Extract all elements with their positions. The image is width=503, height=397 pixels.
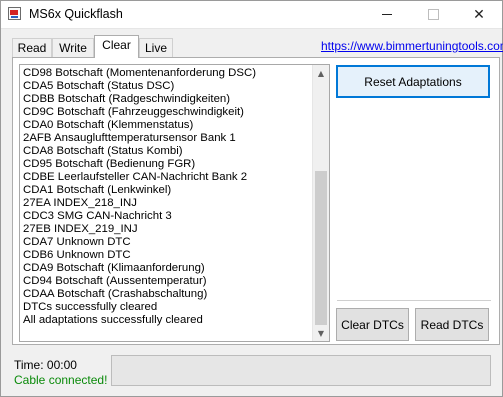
scroll-thumb[interactable]	[315, 171, 327, 325]
minimize-button[interactable]	[364, 1, 410, 28]
log-line: CDA5 Botschaft (Status DSC)	[23, 80, 175, 92]
chevron-up-icon: ▲	[317, 68, 325, 78]
maximize-icon	[427, 9, 439, 20]
log-line: CDB6 Unknown DTC	[23, 249, 131, 261]
clear-dtcs-button[interactable]: Clear DTCs	[336, 308, 409, 341]
button-label: Clear DTCs	[341, 317, 404, 332]
log-line: CDBB Botschaft (Radgeschwindigkeiten)	[23, 93, 231, 105]
tab-label: Live	[144, 41, 167, 55]
maximize-button[interactable]	[410, 1, 456, 28]
button-label: Reset Adaptations	[364, 74, 462, 89]
log-line: All adaptations successfully cleared	[23, 314, 203, 326]
log-line: CDAA Botschaft (Crashabschaltung)	[23, 288, 208, 300]
close-button[interactable]: ✕	[456, 1, 502, 28]
tab-read[interactable]: Read	[12, 38, 52, 58]
log-line: CDA1 Botschaft (Lenkwinkel)	[23, 184, 172, 196]
log-line: DTCs successfully cleared	[23, 301, 158, 313]
log-line: CD98 Botschaft (Momentenanforderung DSC)	[23, 67, 256, 79]
tab-label: Clear	[102, 38, 131, 52]
tab-live[interactable]: Live	[139, 38, 173, 58]
chevron-down-icon: ▼	[317, 328, 325, 338]
log-listbox[interactable]: CD98 Botschaft (Momentenanforderung DSC)…	[19, 64, 330, 342]
connection-status: Cable connected!	[14, 373, 108, 387]
close-icon: ✕	[473, 6, 485, 23]
log-line: CD9C Botschaft (Fahrzeuggeschwindigkeit)	[23, 106, 244, 118]
tab-label: Write	[59, 41, 87, 55]
log-line: CDBE Leerlaufsteller CAN-Nachricht Bank …	[23, 171, 248, 183]
log-line: CDC3 SMG CAN-Nachricht 3	[23, 210, 172, 222]
log-line: CDA7 Unknown DTC	[23, 236, 131, 248]
log-line: CD95 Botschaft (Bedienung FGR)	[23, 158, 196, 170]
progress-bar	[111, 355, 491, 386]
elapsed-time: Time: 00:00	[14, 358, 77, 372]
reset-adaptations-button[interactable]: Reset Adaptations	[336, 65, 490, 98]
log-lines: CD98 Botschaft (Momentenanforderung DSC)…	[23, 67, 312, 341]
tab-label: Read	[17, 41, 47, 55]
log-scrollbar[interactable]: ▲ ▼	[312, 65, 329, 341]
title-bar[interactable]: MS6x Quickflash ✕	[1, 1, 502, 29]
tab-write[interactable]: Write	[52, 38, 94, 58]
tab-clear[interactable]: Clear	[94, 35, 139, 58]
scroll-down-button[interactable]: ▼	[313, 325, 329, 341]
log-line: 2AFB Ansauglufttemperatursensor Bank 1	[23, 132, 236, 144]
minimize-icon	[382, 14, 392, 15]
button-label: Read DTCs	[420, 317, 484, 332]
main-window: MS6x Quickflash ✕ Read Write Clear Live …	[0, 0, 503, 397]
window-title: MS6x Quickflash	[29, 7, 123, 21]
log-line: 27EB INDEX_219_INJ	[23, 223, 138, 235]
log-line: CDA8 Botschaft (Status Kombi)	[23, 145, 183, 157]
divider	[337, 300, 491, 301]
log-line: CDA9 Botschaft (Klimaanforderung)	[23, 262, 205, 274]
log-line: CD94 Botschaft (Aussentemperatur)	[23, 275, 207, 287]
log-line: 27EA INDEX_218_INJ	[23, 197, 137, 209]
app-icon	[8, 7, 21, 20]
scroll-up-button[interactable]: ▲	[313, 65, 329, 81]
read-dtcs-button[interactable]: Read DTCs	[415, 308, 489, 341]
website-link[interactable]: https://www.bimmertuningtools.com	[321, 39, 503, 53]
log-line: CDA0 Botschaft (Klemmenstatus)	[23, 119, 194, 131]
